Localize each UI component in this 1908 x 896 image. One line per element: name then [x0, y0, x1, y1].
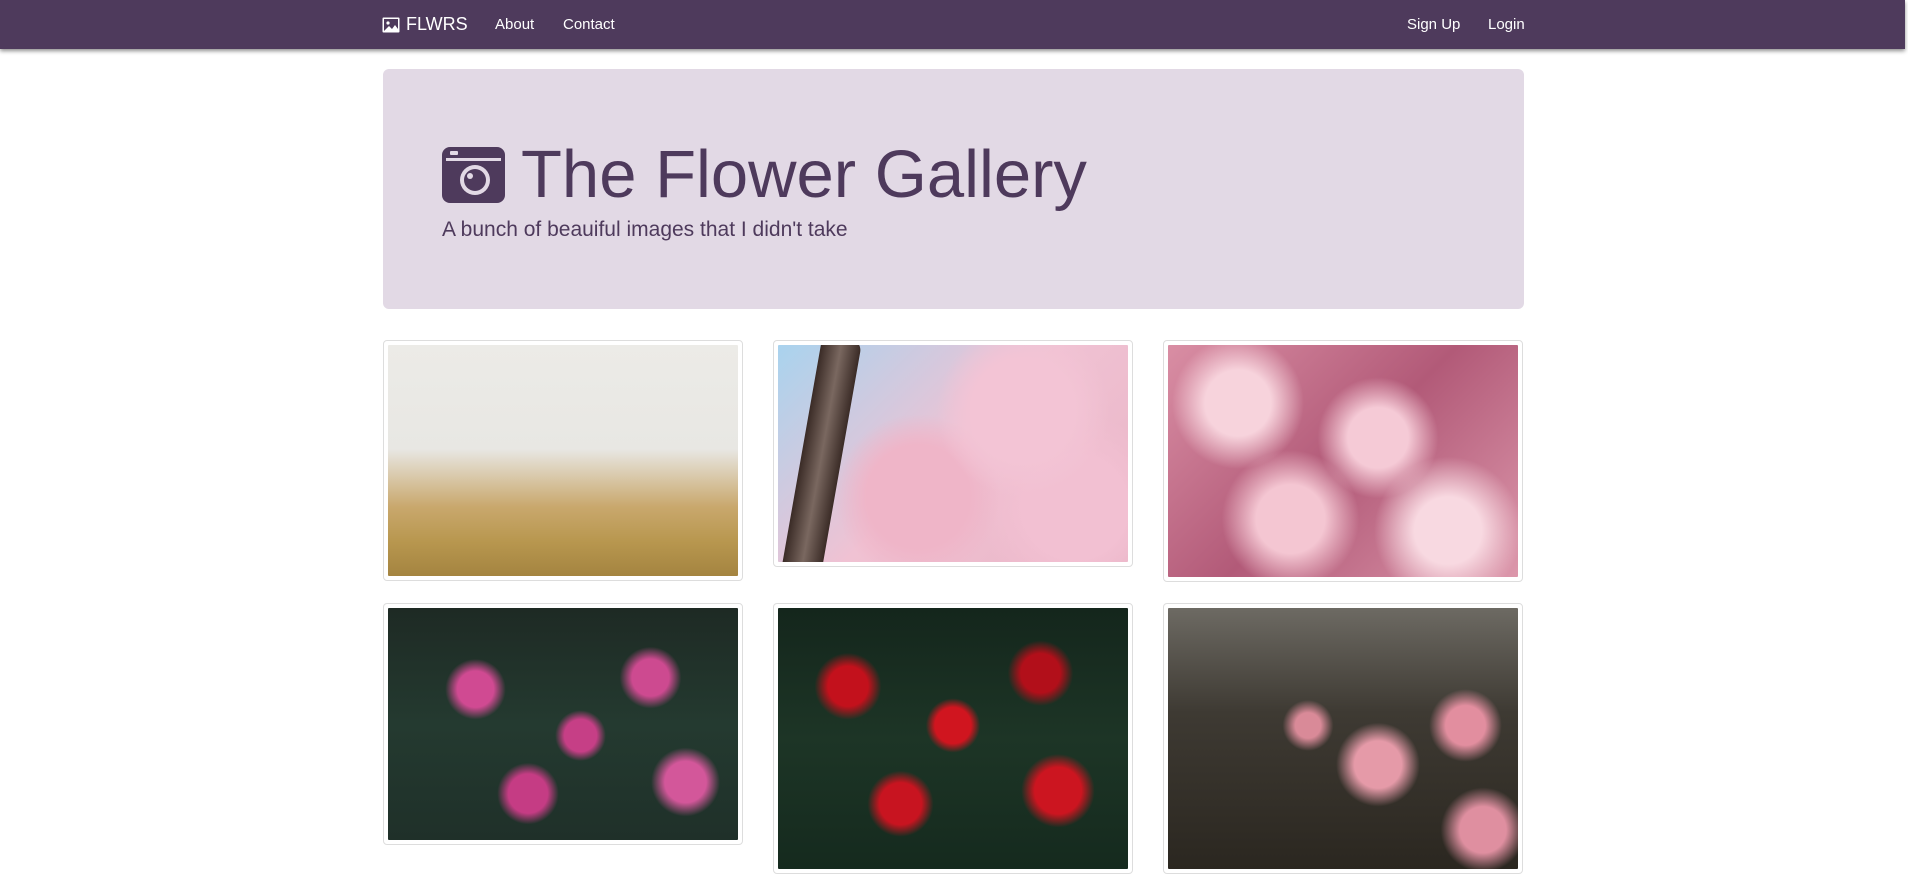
- camera-icon: [442, 147, 505, 203]
- poppy-field-image: [388, 345, 738, 576]
- nav-signup-link[interactable]: Sign Up: [1407, 0, 1460, 49]
- page-title: The Flower Gallery: [521, 137, 1087, 212]
- page-heading: The Flower Gallery: [442, 135, 1087, 215]
- nav-contact-link[interactable]: Contact: [563, 0, 615, 49]
- gallery-thumbnail-poppies[interactable]: [383, 340, 743, 581]
- gallery-thumbnail-tulips[interactable]: [383, 603, 743, 845]
- nav-login-link[interactable]: Login: [1488, 0, 1525, 49]
- jumbotron: The Flower Gallery A bunch of beauiful i…: [383, 69, 1524, 309]
- gallery-thumbnail-camellias[interactable]: [1163, 603, 1523, 874]
- cherry-blossoms-image: [778, 345, 1128, 562]
- red-roses-image: [778, 608, 1128, 869]
- navbar: FLWRS About Contact Sign Up Login: [0, 0, 1905, 49]
- pink-camellias-image: [1168, 608, 1518, 869]
- pink-tulips-image: [388, 608, 738, 840]
- brand-link[interactable]: FLWRS: [382, 0, 468, 49]
- brand-name: FLWRS: [406, 14, 468, 34]
- nav-about-link[interactable]: About: [495, 0, 534, 49]
- scroll-fade: [0, 876, 1908, 896]
- gallery-thumbnail-peonies[interactable]: [1163, 340, 1523, 582]
- tree-trunk: [778, 345, 863, 562]
- gallery-thumbnail-cherry-blossoms[interactable]: [773, 340, 1133, 567]
- gallery-thumbnail-roses[interactable]: [773, 603, 1133, 874]
- pink-peonies-image: [1168, 345, 1518, 577]
- image-icon: [382, 17, 400, 32]
- page-subtitle: A bunch of beauiful images that I didn't…: [442, 218, 848, 241]
